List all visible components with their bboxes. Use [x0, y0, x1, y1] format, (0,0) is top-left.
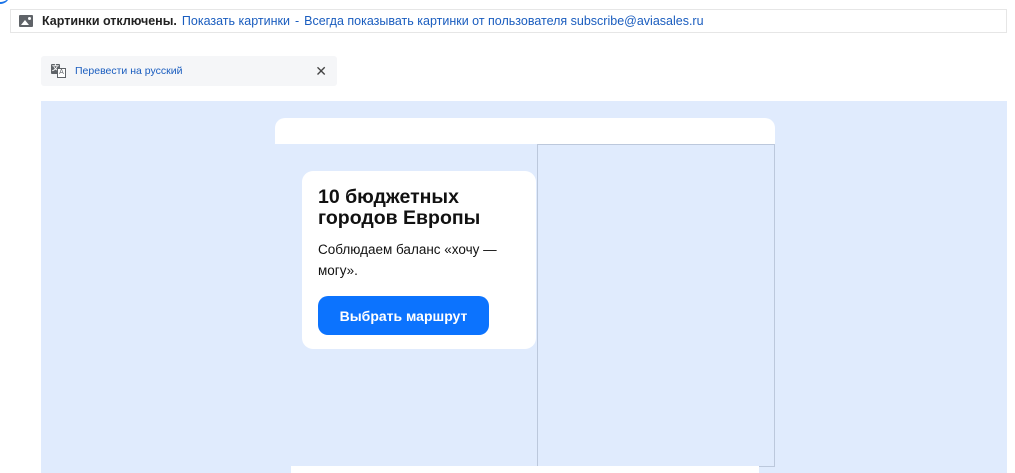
image-icon [19, 15, 33, 27]
close-icon[interactable]: ✕ [315, 63, 327, 79]
images-disabled-text: Картинки отключены. [42, 14, 177, 28]
translate-bar: 文 A Перевести на русский ✕ [41, 56, 337, 86]
bar-separator: - [294, 14, 300, 28]
choose-route-button[interactable]: Выбрать маршрут [318, 296, 489, 335]
account-indicator [0, 0, 10, 4]
image-placeholder [537, 144, 775, 467]
email-footer-strip [291, 466, 759, 473]
translate-link[interactable]: Перевести на русский [75, 65, 182, 77]
translate-icon-glyph-b: A [57, 68, 66, 78]
email-header-strip [275, 118, 775, 144]
always-show-images-link[interactable]: Всегда показывать картинки от пользовате… [304, 14, 703, 28]
show-images-link[interactable]: Показать картинки [182, 14, 290, 28]
translate-icon: 文 A [51, 64, 66, 78]
images-disabled-bar: Картинки отключены. Показать картинки - … [10, 9, 1007, 33]
promo-title-line1: 10 бюджетных [318, 186, 459, 208]
promo-text: Соблюдаем баланс «хочу — могу». [318, 242, 497, 278]
promo-card: 10 бюджетных городов Европы Соблюдаем ба… [302, 171, 536, 349]
promo-title: 10 бюджетных городов Европы [318, 187, 520, 229]
promo-title-line2: городов Европы [318, 207, 481, 229]
